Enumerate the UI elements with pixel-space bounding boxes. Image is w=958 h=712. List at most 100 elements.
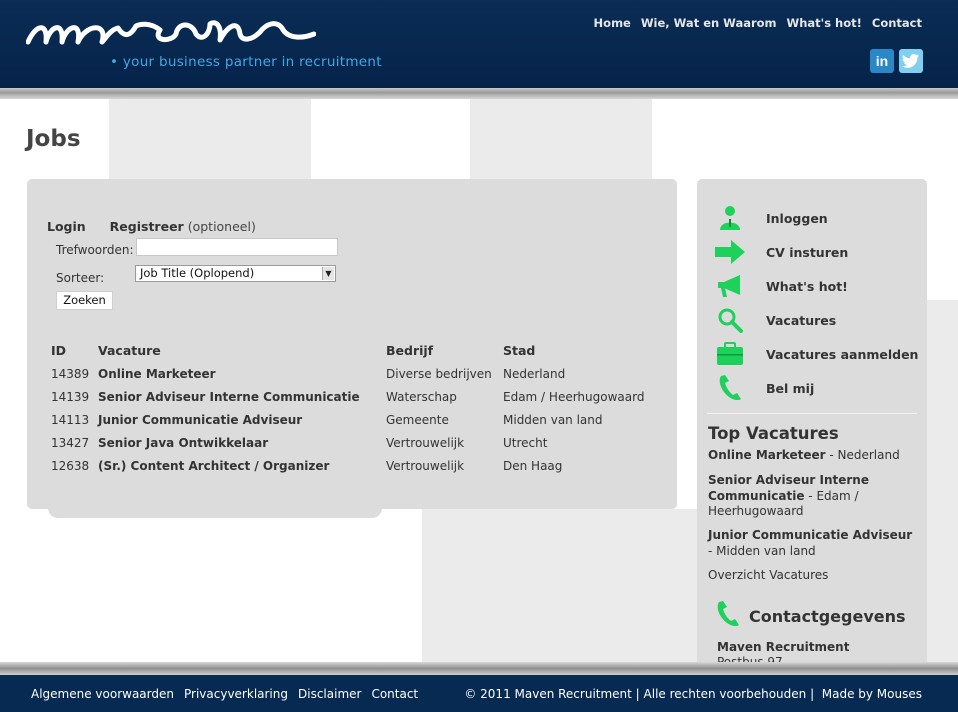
page-title: Jobs xyxy=(26,126,81,152)
search-button[interactable]: Zoeken xyxy=(56,291,113,310)
job-id: 13427 xyxy=(51,435,90,450)
job-title-link[interactable]: Senior Adviseur Interne Communicatie xyxy=(98,385,386,408)
bg-block xyxy=(109,99,311,189)
job-company: Vertrouwelijk xyxy=(386,458,465,473)
footer-link-contact[interactable]: Contact xyxy=(371,687,418,701)
chevron-down-icon[interactable]: ▼ xyxy=(322,267,334,280)
nav-contact[interactable]: Contact xyxy=(872,16,922,30)
phone-icon xyxy=(715,600,741,632)
col-bedrijf[interactable]: Bedrijf xyxy=(386,339,503,362)
header-divider xyxy=(0,88,958,99)
footer-copyright: © 2011 Maven Recruitment | Alle rechten … xyxy=(464,687,922,701)
phone-icon xyxy=(715,374,745,402)
nav-home[interactable]: Home xyxy=(594,16,631,30)
top-vacature-title[interactable]: Junior Communicatie Adviseur xyxy=(708,528,912,542)
jobs-panel: Login Registreer (optioneel) Trefwoorden… xyxy=(27,179,677,509)
sidebar-menu: Inloggen CV insturen What's hot! Vacatur… xyxy=(715,201,918,405)
top-vacature-title[interactable]: Online Marketeer xyxy=(708,448,826,462)
top-nav: Home Wie, Wat en Waarom What's hot! Cont… xyxy=(594,16,922,30)
sidebar-item-label: What's hot! xyxy=(766,278,848,294)
top-vacature-item[interactable]: Senior Adviseur Interne Communicatie - E… xyxy=(708,473,913,520)
bg-block xyxy=(422,509,712,662)
sidebar-item-bel-mij[interactable]: Bel mij xyxy=(715,371,918,405)
col-vacature[interactable]: Vacature xyxy=(98,339,386,362)
job-title-link[interactable]: Junior Communicatie Adviseur xyxy=(98,408,386,431)
sidebar-item-vacatures-aanmelden[interactable]: Vacatures aanmelden xyxy=(715,337,918,371)
sidebar-item-vacatures[interactable]: Vacatures xyxy=(715,303,918,337)
job-city: Den Haag xyxy=(503,458,563,473)
sidebar-item-label: Inloggen xyxy=(766,210,828,226)
overzicht-vacatures-link[interactable]: Overzicht Vacatures xyxy=(708,568,828,582)
footer-link-disclaimer[interactable]: Disclaimer xyxy=(298,687,361,701)
col-stad[interactable]: Stad xyxy=(503,339,653,362)
tagline: • your business partner in recruitment xyxy=(110,54,382,70)
table-row[interactable]: 14113 Junior Communicatie Adviseur Gemee… xyxy=(51,408,653,431)
register-note: (optioneel) xyxy=(187,219,256,234)
jobs-table: ID Vacature Bedrijf Stad 14389 Online Ma… xyxy=(51,339,653,477)
footer-link-voorwaarden[interactable]: Algemene voorwaarden xyxy=(31,687,174,701)
job-company: Gemeente xyxy=(386,412,449,427)
job-city: Utrecht xyxy=(503,435,548,450)
nav-about[interactable]: Wie, Wat en Waarom xyxy=(641,16,777,30)
col-id[interactable]: ID xyxy=(51,339,98,362)
job-company: Waterschap xyxy=(386,389,457,404)
footer-link-privacy[interactable]: Privacyverklaring xyxy=(184,687,288,701)
top-vacatures-title: Top Vacatures xyxy=(708,424,839,443)
job-id: 14113 xyxy=(51,412,90,427)
sidebar-item-label: CV insturen xyxy=(766,244,849,260)
nav-whats-hot[interactable]: What's hot! xyxy=(787,16,862,30)
sidebar-item-inloggen[interactable]: Inloggen xyxy=(715,201,918,235)
keywords-label: Trefwoorden: xyxy=(56,243,134,257)
top-vacature-item[interactable]: Junior Communicatie Adviseur - Midden va… xyxy=(708,528,913,559)
register-link[interactable]: Registreer xyxy=(110,219,184,234)
made-by-link[interactable]: Made by Mouses xyxy=(822,687,922,701)
sidebar-divider xyxy=(707,413,917,414)
bg-block xyxy=(470,99,652,189)
table-row[interactable]: 13427 Senior Java Ontwikkelaar Vertrouwe… xyxy=(51,431,653,454)
header: maven • your business partner in recruit… xyxy=(0,0,958,88)
contact-title: Contactgegevens xyxy=(749,606,906,626)
job-company: Vertrouwelijk xyxy=(386,435,465,450)
job-id: 12638 xyxy=(51,458,90,473)
linkedin-icon[interactable]: in xyxy=(870,49,894,73)
top-vacature-location: Midden van land xyxy=(716,543,816,558)
job-city: Midden van land xyxy=(503,412,603,427)
magnifier-icon xyxy=(715,306,745,334)
sort-label: Sorteer: xyxy=(56,271,105,285)
job-title-link[interactable]: Senior Java Ontwikkelaar xyxy=(98,431,386,454)
table-header-row: ID Vacature Bedrijf Stad xyxy=(51,339,653,362)
twitter-icon[interactable] xyxy=(899,49,923,73)
top-vacature-item[interactable]: Online Marketeer - Nederland xyxy=(708,448,913,464)
briefcase-icon xyxy=(715,340,745,368)
login-row: Login Registreer (optioneel) xyxy=(47,219,256,234)
table-row[interactable]: 14389 Online Marketeer Diverse bedrijven… xyxy=(51,362,653,385)
top-vacature-location: Nederland xyxy=(837,448,900,462)
job-id: 14389 xyxy=(51,366,90,381)
job-id: 14139 xyxy=(51,389,90,404)
twitter-bird-icon xyxy=(902,54,919,68)
footer: Algemene voorwaarden Privacyverklaring D… xyxy=(0,675,958,712)
keywords-input[interactable] xyxy=(136,238,338,256)
footer-links: Algemene voorwaarden Privacyverklaring D… xyxy=(31,687,418,701)
login-link[interactable]: Login xyxy=(47,219,86,234)
sidebar-item-label: Vacatures aanmelden xyxy=(766,346,919,362)
job-title-link[interactable]: (Sr.) Content Architect / Organizer xyxy=(98,454,386,477)
job-company: Diverse bedrijven xyxy=(386,366,492,381)
sidebar-item-whats-hot[interactable]: What's hot! xyxy=(715,269,918,303)
sidebar-item-label: Vacatures xyxy=(766,312,837,328)
copyright-text: © 2011 Maven Recruitment | Alle rechten … xyxy=(464,687,815,701)
table-row[interactable]: 12638 (Sr.) Content Architect / Organize… xyxy=(51,454,653,477)
job-city: Edam / Heerhugowaard xyxy=(503,389,645,404)
contact-name: Maven Recruitment xyxy=(717,640,850,654)
maven-logo[interactable]: maven xyxy=(26,12,316,54)
page: maven • your business partner in recruit… xyxy=(0,0,958,712)
sidebar: Inloggen CV insturen What's hot! Vacatur… xyxy=(697,179,927,679)
table-row[interactable]: 14139 Senior Adviseur Interne Communicat… xyxy=(51,385,653,408)
sidebar-item-label: Bel mij xyxy=(766,380,815,396)
sort-select[interactable]: Job Title (Oplopend) ▼ xyxy=(135,265,336,282)
job-city: Nederland xyxy=(503,366,566,381)
arrow-right-icon xyxy=(715,238,745,266)
job-title-link[interactable]: Online Marketeer xyxy=(98,362,386,385)
sidebar-item-cv-insturen[interactable]: CV insturen xyxy=(715,235,918,269)
user-icon xyxy=(715,204,745,232)
